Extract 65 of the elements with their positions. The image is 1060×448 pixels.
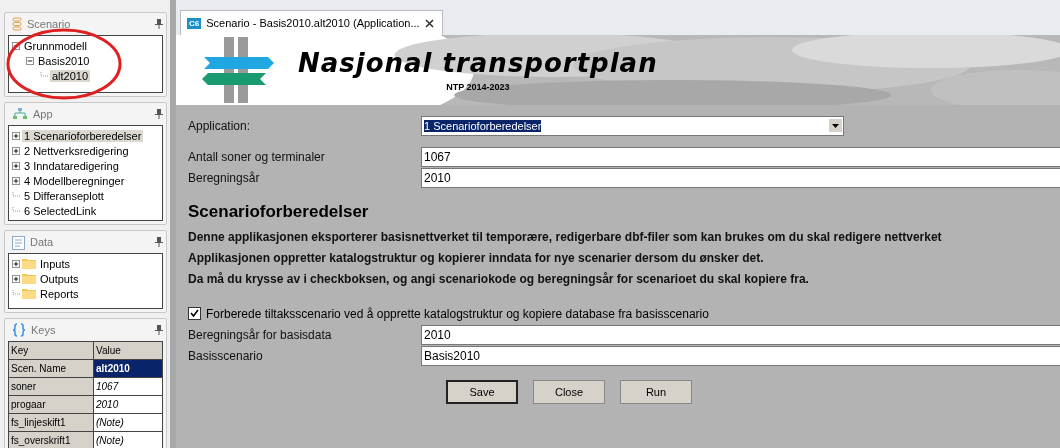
description-text: Applikasjonen oppretter katalogstruktur og kopierer inndata for nye scenarier dersom du ønsker det. bbox=[188, 249, 765, 267]
column-header: Value bbox=[93, 341, 163, 360]
tree-item[interactable]: 3 Inndataredigering bbox=[22, 159, 121, 172]
pin-icon[interactable] bbox=[155, 109, 163, 119]
tree-item[interactable]: 5 Differanseplott bbox=[22, 189, 106, 202]
tree-item[interactable]: Basis2010 bbox=[36, 54, 92, 67]
tree-item[interactable]: 6 SelectedLink bbox=[22, 204, 99, 217]
collapse-icon[interactable] bbox=[12, 41, 20, 50]
app-badge: C6 bbox=[187, 17, 202, 29]
tree-item[interactable]: Inputs bbox=[38, 257, 72, 270]
expand-icon[interactable] bbox=[12, 131, 20, 140]
dialog-button[interactable]: Save bbox=[446, 380, 518, 404]
expand-icon[interactable] bbox=[12, 274, 20, 283]
panel-title: Keys bbox=[31, 324, 57, 336]
checkbox-label: Forberede tiltaksscenario ved å opprette katalogstruktur og kopiere database fra basisscenario bbox=[206, 306, 709, 321]
tree-line-icon bbox=[12, 206, 20, 215]
section-heading: Scenarioforberedelser bbox=[188, 202, 370, 222]
description-text: Denne applikasjonen eksporterer basisnettverket til temporære, redigerbare dbf-filer som kan brukes om du skal redigere nettverket bbox=[188, 228, 943, 246]
field-label: Beregningsår for basisdata bbox=[188, 327, 333, 342]
column-header: Key bbox=[8, 341, 94, 360]
field-label: Beregningsår bbox=[188, 170, 261, 185]
expand-icon[interactable] bbox=[12, 161, 20, 170]
input-field[interactable]: 2010 bbox=[421, 167, 1060, 188]
tree-item[interactable]: Outputs bbox=[38, 272, 81, 285]
banner-subtitle: NTP 2014-2023 bbox=[446, 82, 510, 92]
tree-line-icon bbox=[12, 289, 20, 298]
tree-item[interactable]: 1 Scenarioforberedelser bbox=[22, 129, 144, 142]
tree-item[interactable]: 2 Nettverksredigering bbox=[22, 144, 131, 157]
folder-icon bbox=[22, 273, 36, 284]
tree-item[interactable]: 4 Modellberegninger bbox=[22, 174, 127, 187]
tree-item[interactable]: Grunnmodell bbox=[22, 39, 89, 52]
collapse-icon[interactable] bbox=[26, 56, 34, 65]
banner-title: Nasjonal transportplan bbox=[298, 48, 658, 78]
field-label: Antall soner og terminaler bbox=[188, 149, 326, 164]
close-icon[interactable] bbox=[424, 18, 434, 28]
expand-icon[interactable] bbox=[12, 259, 20, 268]
panel-title: Scenario bbox=[27, 18, 72, 30]
description-text: Da må du krysse av i checkboksen, og angi scenariokode og beregningsår for scenarioet du skal kopiere fra. bbox=[188, 270, 810, 288]
expand-icon[interactable] bbox=[12, 146, 20, 155]
checkbox[interactable] bbox=[188, 307, 201, 320]
stack-icon bbox=[12, 17, 22, 31]
pin-icon[interactable] bbox=[155, 237, 163, 247]
tree-item[interactable]: Reports bbox=[38, 287, 81, 300]
tree-line-icon bbox=[40, 71, 48, 80]
pin-icon[interactable] bbox=[155, 325, 163, 335]
braces-icon bbox=[12, 323, 26, 337]
folder-icon bbox=[22, 288, 36, 299]
input-field[interactable]: 2010 bbox=[421, 324, 1060, 345]
pin-icon[interactable] bbox=[155, 19, 163, 29]
input-field[interactable]: Basis2010 bbox=[421, 345, 1060, 366]
dialog-button[interactable]: Run bbox=[620, 380, 692, 404]
panel-title: Data bbox=[30, 236, 55, 248]
tree-line-icon bbox=[12, 191, 20, 200]
field-label: Application: bbox=[188, 118, 252, 133]
document-tab[interactable]: C6 Scenario - Basis2010.alt2010 (Application... bbox=[180, 10, 443, 35]
expand-icon[interactable] bbox=[12, 176, 20, 185]
document-icon bbox=[12, 234, 25, 250]
tree-item[interactable]: alt2010 bbox=[50, 69, 91, 82]
dialog-button[interactable]: Close bbox=[533, 380, 605, 404]
input-field[interactable]: 1067 bbox=[421, 146, 1060, 167]
application-dropdown[interactable]: 1 Scenarioforberedelser bbox=[421, 115, 844, 136]
field-label: Basisscenario bbox=[188, 348, 264, 363]
hierarchy-icon bbox=[12, 108, 28, 120]
panel-title: App bbox=[33, 108, 54, 120]
folder-icon bbox=[22, 258, 36, 269]
